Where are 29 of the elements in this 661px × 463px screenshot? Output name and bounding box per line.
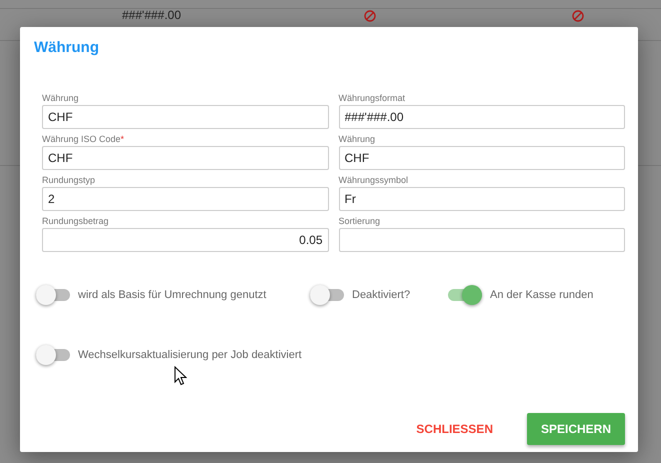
input-field[interactable]: CHF — [338, 146, 625, 170]
toggle-switch[interactable] — [448, 285, 482, 305]
field-label: Rundungstyp — [42, 175, 96, 185]
field-label: Währungsformat — [338, 93, 406, 103]
input-field[interactable]: 0.05 — [42, 228, 328, 252]
input-field[interactable]: ###'###.00 — [338, 105, 625, 129]
dialog-title: Währung — [34, 39, 99, 56]
field-label: Sortierung — [338, 216, 380, 226]
input-field[interactable]: CHF — [42, 105, 328, 129]
prohibited-icon — [364, 10, 376, 22]
toggle-switch[interactable] — [36, 285, 70, 305]
toggle-label: An der Kasse runden — [490, 289, 594, 301]
input-field[interactable]: Fr — [338, 187, 625, 211]
prohibited-icon — [572, 10, 584, 22]
toggle-label: Wechselkursaktualisierung per Job deaktiviert — [78, 349, 302, 361]
field-label: Währungssymbol — [338, 175, 408, 185]
toggle-label: Deaktiviert? — [352, 289, 410, 301]
input-field[interactable]: CHF — [42, 146, 328, 170]
toggle-switch[interactable] — [310, 285, 344, 305]
input-field[interactable]: 2 — [42, 187, 328, 211]
field-label: Währung — [42, 93, 79, 103]
cursor-icon — [174, 366, 187, 386]
field-label: Währung — [338, 134, 376, 144]
table-cell: ###'###.00 — [122, 8, 182, 22]
input-field[interactable] — [338, 228, 625, 252]
toggle-label: wird als Basis für Umrechnung genutzt — [78, 289, 266, 301]
toggle-switch[interactable] — [36, 345, 70, 365]
field-label: Rundungsbetrag — [42, 216, 109, 226]
field-label: Währung ISO Code* — [42, 134, 124, 144]
